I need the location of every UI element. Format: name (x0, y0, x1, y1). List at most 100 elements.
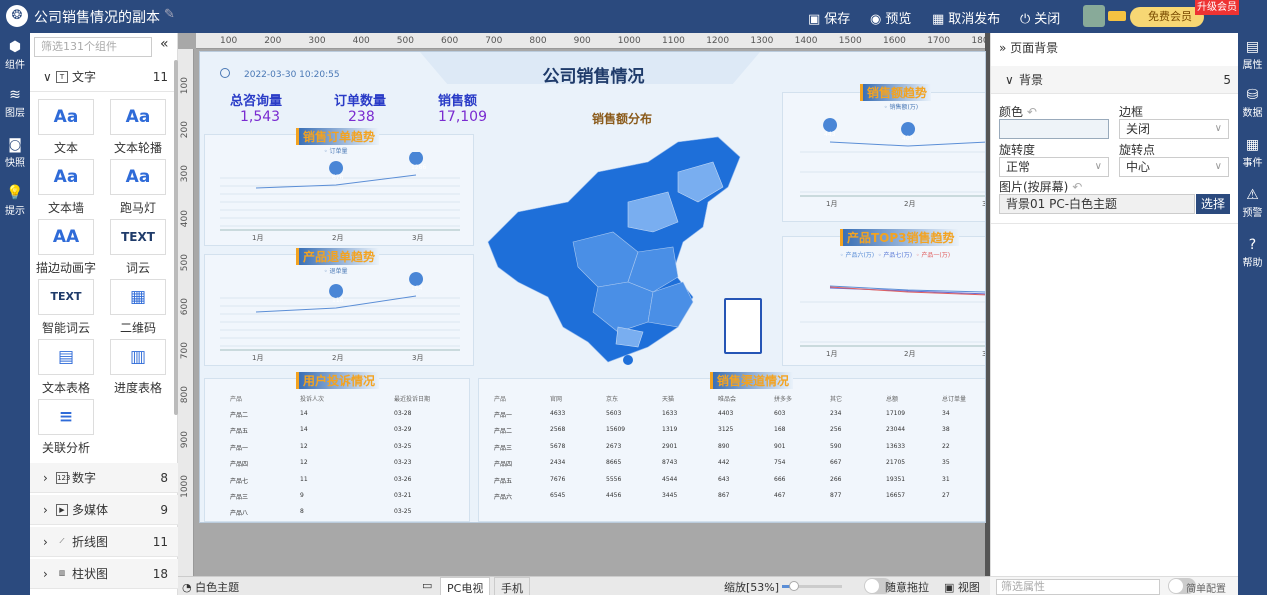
component-search-input[interactable]: 筛选131个组件 (34, 37, 152, 57)
reset-icon[interactable]: ↶ (1072, 180, 1082, 194)
view-button[interactable]: ▣ 视图 (944, 579, 980, 595)
ruler-tick-label: 900 (180, 430, 190, 448)
category-line-chart[interactable]: › ⟋ 折线图 11 (30, 527, 178, 557)
database-icon: ⛁ (1246, 87, 1259, 103)
save-button[interactable]: ▣ 保存 (808, 8, 850, 27)
chevron-down-icon: ∨ (43, 70, 52, 84)
table-cell: 442 (718, 459, 730, 467)
document-title[interactable]: 公司销售情况的副本 (34, 7, 160, 27)
table-cell: 5556 (606, 475, 622, 483)
component-text-wall[interactable]: Aa 文本墙 (35, 159, 97, 216)
alarm-icon: ⚠ (1246, 187, 1259, 203)
table-header-cell: 官网 (550, 396, 563, 403)
table-cell: 2901 (662, 442, 678, 450)
ruler-tick-label: 700 (180, 342, 190, 360)
rail-tips[interactable]: 💡 提示 (0, 184, 30, 217)
table-cell: 2434 (550, 459, 566, 467)
app-logo-icon[interactable]: ❂ (6, 5, 28, 27)
table-cell: 31 (942, 475, 950, 483)
upgrade-button[interactable]: 升级会员 (1195, 0, 1239, 15)
dashboard-canvas[interactable]: 公司销售情况 2022-03-30 10:20:55 总咨询量 1,543 订单… (199, 51, 986, 523)
reset-icon[interactable]: ↶ (1027, 105, 1037, 119)
table-header-cell: 总订单量 (942, 396, 967, 403)
component-text[interactable]: Aa 文本 (35, 99, 97, 156)
border-label: 边框 (1119, 105, 1144, 119)
table-cell: 22 (942, 442, 950, 450)
table-cell: 5678 (550, 442, 566, 450)
category-number[interactable]: › 123 数字 8 (30, 463, 178, 493)
image-field[interactable]: 背景01 PC-白色主题 (999, 194, 1195, 214)
top-bar: ❂ 公司销售情况的副本 ✎ ▣ 保存 ◉ 预览 ▦ 取消发布 ⏻ 关闭 免费会员 升级会… (0, 0, 1267, 33)
rail-snapshot[interactable]: ◙ 快照 (0, 136, 30, 169)
rail-data[interactable]: ⛁ 数据 (1238, 86, 1267, 119)
component-text-carousel[interactable]: Aa 文本轮播 (107, 99, 169, 156)
zoom-slider-knob[interactable] (789, 581, 799, 591)
table-cell: 17109 (886, 410, 906, 417)
rotation-label: 旋转度 (999, 143, 1036, 157)
tab-mobile[interactable]: 手机 (494, 577, 530, 595)
simple-config-label: 简单配置 (1186, 584, 1226, 595)
table-cell: 3445 (662, 492, 678, 499)
table-header-cell: 其它 (830, 396, 843, 403)
table-header-cell: 京东 (606, 396, 619, 403)
table-cell: 1319 (662, 426, 678, 434)
component-text-table[interactable]: ▤ 文本表格 (35, 339, 97, 396)
rail-components[interactable]: ⬢ 组件 (0, 38, 30, 71)
table-cell: 4544 (662, 475, 678, 483)
table-cell: 877 (830, 492, 842, 499)
border-select[interactable]: 关闭 ∨ (1119, 119, 1229, 139)
table-cell: 754 (774, 459, 786, 467)
ruler-tick-label: 1400 (794, 36, 818, 46)
table-cell: 168 (774, 426, 786, 434)
ruler-tick-label: 100 (180, 77, 190, 95)
tab-pc[interactable]: PC电视 (440, 577, 491, 595)
ruler-tick-label: 500 (180, 253, 190, 271)
table-cell: 4633 (550, 410, 566, 417)
table-header-cell: 拼多多 (774, 396, 793, 403)
property-filter-input[interactable]: 筛选属性 (996, 579, 1160, 595)
vip-badge[interactable]: 免费会员 (1130, 7, 1204, 27)
preview-button[interactable]: ◉ 预览 (870, 8, 911, 27)
ruler-tick-label: 300 (180, 165, 190, 183)
chevrons-right-icon[interactable]: » (999, 41, 1006, 55)
rotation-select[interactable]: 正常 ∨ (999, 157, 1109, 177)
component-word-cloud[interactable]: TEXT 词云 (107, 219, 169, 276)
rail-properties[interactable]: ▤ 属性 (1238, 38, 1267, 71)
channels-table[interactable]: 产品 官网 京东 天猫 唯品会 拼多多 其它 总额 总订单量 产品一 4633 5603 1633 440… (200, 52, 985, 522)
category-text[interactable]: ∨ T 文字 11 (30, 62, 178, 92)
table-cell: 34 (942, 410, 950, 417)
table-cell: 19351 (886, 475, 906, 483)
category-media[interactable]: › ▶ 多媒体 9 (30, 495, 178, 525)
pencil-icon[interactable]: ✎ (164, 7, 175, 22)
theme-button[interactable]: ◔ 白色主题 (182, 579, 239, 595)
rail-layers[interactable]: ≋ 图层 (0, 86, 30, 119)
close-button[interactable]: ⏻ 关闭 (1020, 8, 1060, 27)
ruler-tick-label: 200 (180, 121, 190, 139)
rail-help[interactable]: ? 帮助 (1238, 236, 1267, 269)
unpublish-button[interactable]: ▦ 取消发布 (932, 8, 1000, 27)
rail-events[interactable]: ▦ 事件 (1238, 136, 1267, 169)
component-association-analysis[interactable]: ≡ 关联分析 (35, 399, 97, 456)
zoom-slider[interactable] (782, 581, 842, 591)
component-smart-word-cloud[interactable]: TEXT 智能词云 (35, 279, 97, 336)
ruler-tick-label: 1000 (180, 474, 190, 498)
pivot-select[interactable]: 中心 ∨ (1119, 157, 1229, 177)
table-cell: 867 (718, 492, 730, 499)
table-cell: 590 (830, 442, 842, 450)
component-progress-table[interactable]: ▥ 进度表格 (107, 339, 169, 396)
table-icon: ▤ (38, 339, 94, 375)
color-field[interactable] (999, 119, 1109, 139)
component-qrcode[interactable]: ▦ 二维码 (107, 279, 169, 336)
text-icon: T (56, 71, 68, 83)
component-marquee[interactable]: Aa 跑马灯 (107, 159, 169, 216)
collapse-panel-icon[interactable]: « (160, 36, 169, 52)
word-cloud-icon: TEXT (110, 219, 166, 255)
avatar[interactable] (1083, 5, 1105, 27)
choose-image-button[interactable]: 选择 (1196, 194, 1230, 214)
chevron-right-icon: › (43, 567, 48, 581)
rail-alert[interactable]: ⚠ 预警 (1238, 186, 1267, 219)
component-stroke-animation[interactable]: AA 描边动画字 (35, 219, 97, 276)
category-bar-chart[interactable]: › ▥ 柱状图 18 (30, 559, 178, 589)
free-drag-label: 随意拖拉 (885, 581, 929, 594)
background-section[interactable]: ∨ 背景 5 (991, 66, 1239, 94)
